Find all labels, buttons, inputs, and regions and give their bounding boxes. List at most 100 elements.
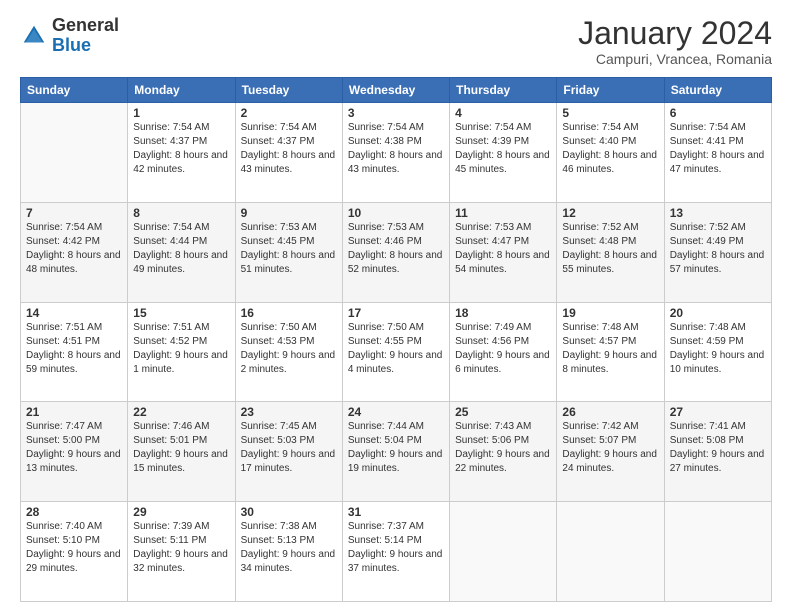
day-info: Sunrise: 7:54 AMSunset: 4:42 PMDaylight:… [26,222,121,275]
calendar-cell: 26 Sunrise: 7:42 AMSunset: 5:07 PMDaylig… [557,402,664,502]
day-number: 29 [133,505,229,519]
day-number: 21 [26,405,122,419]
calendar-cell: 7 Sunrise: 7:54 AMSunset: 4:42 PMDayligh… [21,202,128,302]
day-info: Sunrise: 7:45 AMSunset: 5:03 PMDaylight:… [241,421,336,474]
day-info: Sunrise: 7:47 AMSunset: 5:00 PMDaylight:… [26,421,121,474]
day-number: 5 [562,106,658,120]
day-header-sunday: Sunday [21,78,128,103]
logo-text: General Blue [52,16,119,56]
day-info: Sunrise: 7:54 AMSunset: 4:44 PMDaylight:… [133,222,228,275]
day-info: Sunrise: 7:52 AMSunset: 4:48 PMDaylight:… [562,222,657,275]
day-info: Sunrise: 7:41 AMSunset: 5:08 PMDaylight:… [670,421,765,474]
day-number: 8 [133,206,229,220]
calendar-cell: 21 Sunrise: 7:47 AMSunset: 5:00 PMDaylig… [21,402,128,502]
calendar-cell: 1 Sunrise: 7:54 AMSunset: 4:37 PMDayligh… [128,103,235,203]
calendar-cell: 20 Sunrise: 7:48 AMSunset: 4:59 PMDaylig… [664,302,771,402]
day-number: 28 [26,505,122,519]
logo-icon [20,22,48,50]
page: General Blue January 2024 Campuri, Vranc… [0,0,792,612]
calendar-cell: 25 Sunrise: 7:43 AMSunset: 5:06 PMDaylig… [450,402,557,502]
calendar-cell [557,502,664,602]
day-header-saturday: Saturday [664,78,771,103]
day-number: 9 [241,206,337,220]
logo-general-text: General [52,15,119,35]
day-info: Sunrise: 7:54 AMSunset: 4:40 PMDaylight:… [562,122,657,175]
day-number: 6 [670,106,766,120]
day-number: 14 [26,306,122,320]
day-number: 20 [670,306,766,320]
calendar-week-3: 14 Sunrise: 7:51 AMSunset: 4:51 PMDaylig… [21,302,772,402]
day-number: 4 [455,106,551,120]
day-info: Sunrise: 7:54 AMSunset: 4:37 PMDaylight:… [241,122,336,175]
calendar-cell: 13 Sunrise: 7:52 AMSunset: 4:49 PMDaylig… [664,202,771,302]
calendar-cell: 19 Sunrise: 7:48 AMSunset: 4:57 PMDaylig… [557,302,664,402]
day-info: Sunrise: 7:44 AMSunset: 5:04 PMDaylight:… [348,421,443,474]
calendar-week-1: 1 Sunrise: 7:54 AMSunset: 4:37 PMDayligh… [21,103,772,203]
day-info: Sunrise: 7:54 AMSunset: 4:41 PMDaylight:… [670,122,765,175]
day-info: Sunrise: 7:50 AMSunset: 4:55 PMDaylight:… [348,322,443,375]
day-number: 27 [670,405,766,419]
day-number: 22 [133,405,229,419]
day-number: 19 [562,306,658,320]
logo-blue-text: Blue [52,35,91,55]
calendar-cell: 11 Sunrise: 7:53 AMSunset: 4:47 PMDaylig… [450,202,557,302]
day-info: Sunrise: 7:37 AMSunset: 5:14 PMDaylight:… [348,521,443,574]
calendar-cell: 6 Sunrise: 7:54 AMSunset: 4:41 PMDayligh… [664,103,771,203]
calendar-cell: 5 Sunrise: 7:54 AMSunset: 4:40 PMDayligh… [557,103,664,203]
day-number: 23 [241,405,337,419]
day-info: Sunrise: 7:48 AMSunset: 4:59 PMDaylight:… [670,322,765,375]
calendar-cell: 18 Sunrise: 7:49 AMSunset: 4:56 PMDaylig… [450,302,557,402]
day-number: 31 [348,505,444,519]
calendar-subtitle: Campuri, Vrancea, Romania [578,51,772,67]
calendar-week-4: 21 Sunrise: 7:47 AMSunset: 5:00 PMDaylig… [21,402,772,502]
calendar-cell: 17 Sunrise: 7:50 AMSunset: 4:55 PMDaylig… [342,302,449,402]
day-number: 13 [670,206,766,220]
day-info: Sunrise: 7:48 AMSunset: 4:57 PMDaylight:… [562,322,657,375]
calendar-cell [21,103,128,203]
header: General Blue January 2024 Campuri, Vranc… [20,16,772,67]
calendar-header-row: SundayMondayTuesdayWednesdayThursdayFrid… [21,78,772,103]
calendar-cell: 24 Sunrise: 7:44 AMSunset: 5:04 PMDaylig… [342,402,449,502]
day-number: 17 [348,306,444,320]
day-header-wednesday: Wednesday [342,78,449,103]
calendar-cell [664,502,771,602]
calendar-cell: 9 Sunrise: 7:53 AMSunset: 4:45 PMDayligh… [235,202,342,302]
calendar-cell: 15 Sunrise: 7:51 AMSunset: 4:52 PMDaylig… [128,302,235,402]
day-info: Sunrise: 7:51 AMSunset: 4:52 PMDaylight:… [133,322,228,375]
calendar-table: SundayMondayTuesdayWednesdayThursdayFrid… [20,77,772,602]
calendar-cell: 23 Sunrise: 7:45 AMSunset: 5:03 PMDaylig… [235,402,342,502]
day-header-tuesday: Tuesday [235,78,342,103]
calendar-cell: 28 Sunrise: 7:40 AMSunset: 5:10 PMDaylig… [21,502,128,602]
day-number: 16 [241,306,337,320]
day-info: Sunrise: 7:53 AMSunset: 4:45 PMDaylight:… [241,222,336,275]
title-block: January 2024 Campuri, Vrancea, Romania [578,16,772,67]
day-info: Sunrise: 7:40 AMSunset: 5:10 PMDaylight:… [26,521,121,574]
day-info: Sunrise: 7:54 AMSunset: 4:39 PMDaylight:… [455,122,550,175]
calendar-cell: 3 Sunrise: 7:54 AMSunset: 4:38 PMDayligh… [342,103,449,203]
calendar-cell: 12 Sunrise: 7:52 AMSunset: 4:48 PMDaylig… [557,202,664,302]
day-number: 1 [133,106,229,120]
calendar-cell: 27 Sunrise: 7:41 AMSunset: 5:08 PMDaylig… [664,402,771,502]
day-header-friday: Friday [557,78,664,103]
day-number: 11 [455,206,551,220]
calendar-cell: 30 Sunrise: 7:38 AMSunset: 5:13 PMDaylig… [235,502,342,602]
day-number: 15 [133,306,229,320]
day-number: 18 [455,306,551,320]
day-info: Sunrise: 7:39 AMSunset: 5:11 PMDaylight:… [133,521,228,574]
day-number: 2 [241,106,337,120]
day-info: Sunrise: 7:42 AMSunset: 5:07 PMDaylight:… [562,421,657,474]
calendar-cell [450,502,557,602]
calendar-cell: 31 Sunrise: 7:37 AMSunset: 5:14 PMDaylig… [342,502,449,602]
day-info: Sunrise: 7:50 AMSunset: 4:53 PMDaylight:… [241,322,336,375]
day-header-monday: Monday [128,78,235,103]
calendar-title: January 2024 [578,16,772,51]
day-number: 10 [348,206,444,220]
calendar-cell: 16 Sunrise: 7:50 AMSunset: 4:53 PMDaylig… [235,302,342,402]
calendar-week-5: 28 Sunrise: 7:40 AMSunset: 5:10 PMDaylig… [21,502,772,602]
day-info: Sunrise: 7:54 AMSunset: 4:38 PMDaylight:… [348,122,443,175]
day-info: Sunrise: 7:38 AMSunset: 5:13 PMDaylight:… [241,521,336,574]
day-number: 25 [455,405,551,419]
logo: General Blue [20,16,119,56]
day-number: 26 [562,405,658,419]
day-info: Sunrise: 7:43 AMSunset: 5:06 PMDaylight:… [455,421,550,474]
